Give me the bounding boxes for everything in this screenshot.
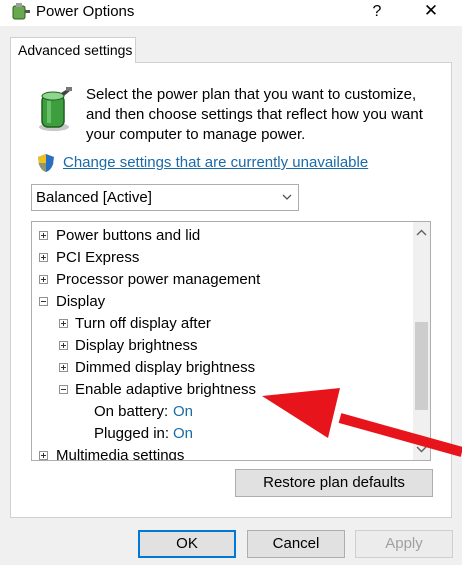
setting-value-link[interactable]: On [173, 423, 193, 445]
chevron-down-icon [282, 194, 292, 200]
setting-value-link[interactable]: On [173, 401, 193, 423]
ok-button[interactable]: OK [138, 530, 236, 558]
apply-button: Apply [355, 530, 453, 558]
cancel-button[interactable]: Cancel [247, 530, 345, 558]
tree-item-label: Power buttons and lid [56, 227, 201, 244]
tab-advanced-settings[interactable]: Advanced settings [10, 37, 136, 63]
power-plan-value: Balanced [Active] [36, 189, 152, 206]
help-button[interactable]: ? [366, 1, 388, 23]
setting-label: On battery: [94, 403, 169, 420]
scroll-thumb[interactable] [415, 322, 428, 410]
expand-plus-icon[interactable] [39, 253, 48, 262]
settings-tree[interactable]: Power buttons and lid PCI Express Proces… [31, 221, 431, 461]
tree-item-label: Enable adaptive brightness [75, 381, 256, 398]
close-button[interactable]: ✕ [420, 0, 442, 24]
title-bar: Power Options ? ✕ [0, 0, 462, 26]
description-text: Select the power plan that you want to c… [86, 86, 423, 143]
change-settings-link[interactable]: Change settings that are currently unava… [63, 154, 368, 171]
tree-item-label: Dimmed display brightness [75, 359, 256, 376]
tree-item-label: PCI Express [56, 249, 140, 266]
expand-plus-icon[interactable] [59, 363, 68, 372]
expand-plus-icon[interactable] [39, 451, 48, 460]
power-options-icon [12, 3, 30, 20]
collapse-minus-icon[interactable] [39, 297, 48, 306]
restore-defaults-button[interactable]: Restore plan defaults [235, 469, 433, 497]
tree-item-label: Processor power management [56, 271, 261, 288]
collapse-minus-icon[interactable] [59, 385, 68, 394]
tree-scrollbar[interactable] [413, 222, 430, 460]
scroll-up-icon[interactable] [416, 229, 427, 236]
battery-icon [39, 87, 72, 131]
expand-plus-icon[interactable] [39, 275, 48, 284]
uac-shield-icon [38, 154, 54, 172]
power-plan-select[interactable]: Balanced [Active] [31, 184, 299, 211]
tree-item-label: Display brightness [75, 337, 198, 354]
expand-plus-icon[interactable] [39, 231, 48, 240]
tree-item-label: Display [56, 293, 106, 310]
expand-plus-icon[interactable] [59, 319, 68, 328]
settings-panel: Select the power plan that you want to c… [10, 62, 452, 518]
window-title: Power Options [36, 3, 135, 20]
tree-item-label: Turn off display after [75, 315, 211, 332]
scroll-down-icon[interactable] [416, 446, 427, 453]
setting-label: Plugged in: [94, 425, 170, 442]
expand-plus-icon[interactable] [59, 341, 68, 350]
tree-item-label: Multimedia settings [56, 447, 185, 461]
